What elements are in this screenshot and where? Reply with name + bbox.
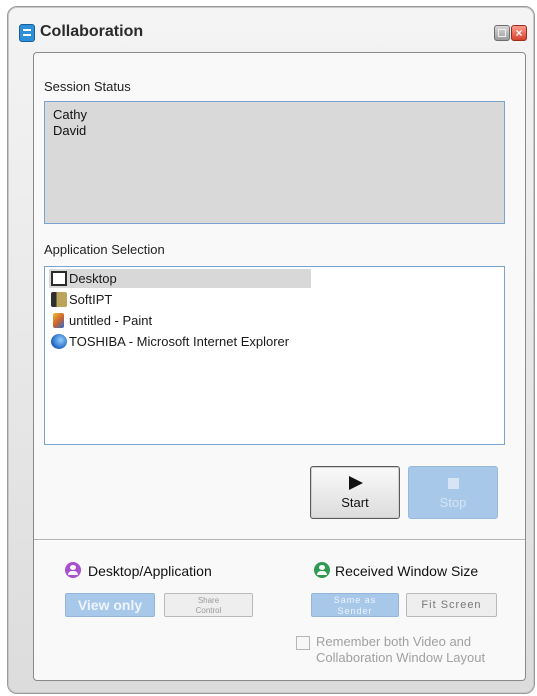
- view-only-label: View only: [77, 597, 143, 613]
- session-user: David: [53, 123, 87, 138]
- session-status-list[interactable]: Cathy David: [44, 101, 505, 224]
- application-list[interactable]: Desktop SoftIPT untitled - Paint TOSHIBA…: [44, 266, 505, 445]
- same-as-sender-label: Same as: [333, 595, 377, 605]
- list-item[interactable]: SoftIPT: [49, 290, 311, 309]
- collaboration-app-icon: [19, 24, 35, 42]
- application-selection-label: Application Selection: [44, 242, 165, 257]
- view-only-button[interactable]: View only: [65, 593, 155, 617]
- stop-button-label: Stop: [439, 495, 467, 510]
- remember-layout-label: Remember both Video and Collaboration Wi…: [316, 634, 486, 665]
- share-control-label: Control: [195, 606, 222, 615]
- start-button[interactable]: Start: [310, 466, 400, 519]
- same-as-sender-button[interactable]: Same as Sender: [311, 593, 399, 617]
- stop-button[interactable]: Stop: [408, 466, 498, 519]
- fit-screen-button[interactable]: Fit Screen: [406, 593, 497, 617]
- received-window-size-title: Received Window Size: [335, 563, 479, 579]
- list-item[interactable]: Desktop: [49, 269, 311, 288]
- internet-explorer-icon: [51, 334, 67, 349]
- window-title: Collaboration: [40, 23, 144, 40]
- title-bar[interactable]: Collaboration ×: [8, 7, 534, 47]
- main-panel: Session Status Cathy David Application S…: [33, 52, 526, 681]
- same-as-sender-label: Sender: [337, 606, 373, 616]
- section-divider: [34, 539, 525, 541]
- stop-icon: [448, 478, 459, 489]
- fit-screen-label: Fit Screen: [421, 599, 482, 611]
- share-control-label: Share: [197, 596, 220, 605]
- list-item-label: SoftIPT: [69, 292, 113, 307]
- list-item-label: untitled - Paint: [69, 313, 153, 328]
- play-icon: [349, 476, 363, 490]
- paint-app-icon: [53, 313, 64, 328]
- collaboration-window: Collaboration × Session Status Cathy Dav…: [7, 6, 535, 694]
- start-button-label: Start: [341, 495, 369, 510]
- share-control-button[interactable]: Share Control: [164, 593, 253, 617]
- session-user: Cathy: [53, 107, 87, 122]
- list-item[interactable]: untitled - Paint: [49, 311, 311, 330]
- desktop-icon: [51, 271, 67, 286]
- remember-layout-checkbox[interactable]: [296, 636, 310, 650]
- list-item-label: TOSHIBA - Microsoft Internet Explorer: [69, 334, 290, 349]
- user-icon: [65, 562, 81, 578]
- list-item[interactable]: TOSHIBA - Microsoft Internet Explorer: [49, 332, 349, 351]
- desktop-application-title: Desktop/Application: [88, 563, 212, 579]
- restore-button[interactable]: [494, 25, 510, 41]
- session-status-label: Session Status: [44, 79, 131, 94]
- list-item-label: Desktop: [69, 271, 117, 286]
- close-button[interactable]: ×: [511, 25, 527, 41]
- softipt-app-icon: [51, 292, 67, 307]
- user-icon: [314, 562, 330, 578]
